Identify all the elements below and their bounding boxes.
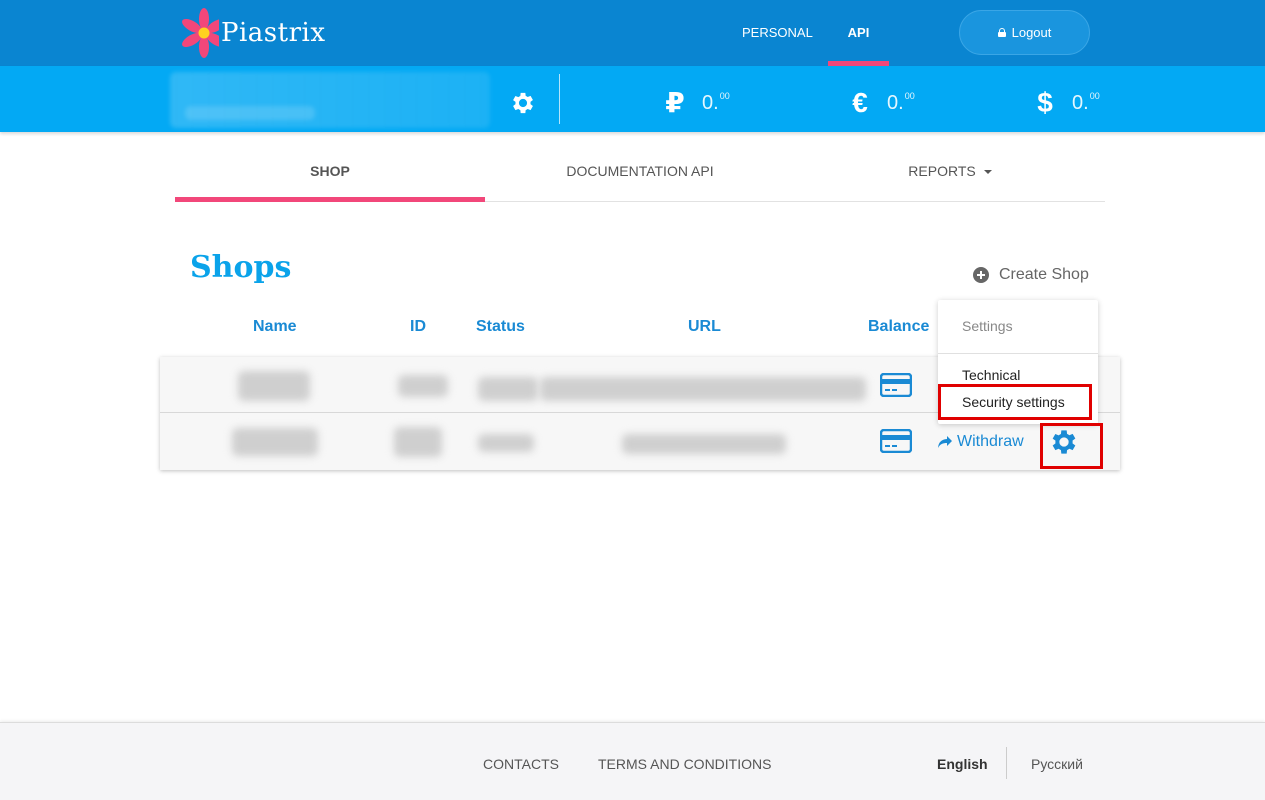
balance-eur-decimals: 00 — [904, 91, 915, 101]
ruble-icon: ₽ — [665, 87, 685, 118]
caret-down-icon — [983, 170, 992, 175]
logout-label: Logout — [1011, 25, 1052, 40]
section-tabs: SHOP DOCUMENTATION API REPORTS — [175, 140, 1105, 202]
withdraw-link[interactable]: Withdraw — [937, 433, 1024, 451]
euro-icon: € — [852, 87, 868, 118]
highlight-shop-settings-gear — [1040, 423, 1103, 469]
shop-url-redacted — [622, 434, 786, 454]
language-divider — [1006, 747, 1007, 779]
balance-eur: € 0. 00 — [845, 86, 915, 120]
lock-icon — [997, 28, 1006, 37]
balance-rub: ₽ 0. 00 — [660, 86, 730, 120]
footer-link-contacts[interactable]: CONTACTS — [483, 756, 559, 772]
shop-status-redacted — [478, 377, 538, 401]
dropdown-header: Settings — [962, 318, 1013, 334]
tab-documentation-api[interactable]: DOCUMENTATION API — [485, 140, 795, 201]
create-shop-button[interactable]: Create Shop — [973, 264, 1089, 286]
gear-icon[interactable] — [509, 89, 537, 117]
dollar-icon: $ — [1037, 87, 1053, 118]
footer: CONTACTS TERMS AND CONDITIONS English Ру… — [0, 722, 1265, 800]
account-info-redacted-line — [185, 106, 315, 120]
language-english[interactable]: English — [937, 756, 988, 772]
nav-api[interactable]: API — [828, 0, 889, 66]
nav-personal[interactable]: PERSONAL — [742, 0, 813, 66]
balance-usd-decimals: 00 — [1089, 91, 1100, 101]
shop-id-redacted — [394, 427, 442, 457]
balance-rub-value: 0. — [702, 92, 719, 114]
tab-reports-label: REPORTS — [908, 163, 976, 179]
shop-url-redacted — [540, 377, 866, 401]
top-navbar: Piastrix PERSONAL API Logout — [0, 0, 1265, 66]
shop-name-redacted — [232, 428, 318, 456]
menu-item-technical[interactable]: Technical — [962, 367, 1020, 383]
balance-divider — [559, 74, 560, 124]
tab-reports[interactable]: REPORTS — [795, 140, 1105, 201]
credit-card-icon[interactable] — [880, 429, 912, 453]
shop-name-redacted — [238, 371, 310, 401]
column-header-status: Status — [476, 318, 525, 335]
balance-eur-value: 0. — [887, 92, 904, 114]
dropdown-divider — [938, 353, 1098, 354]
language-russian[interactable]: Русский — [1031, 756, 1083, 772]
shop-id-redacted — [398, 375, 448, 397]
brand-logo[interactable]: Piastrix — [175, 4, 335, 62]
balance-usd: $ 0. 00 — [1030, 86, 1100, 120]
brand-name: Piastrix — [221, 18, 326, 48]
page-title: Shops — [190, 250, 292, 285]
highlight-security-settings — [938, 384, 1092, 420]
share-arrow-icon — [938, 436, 952, 448]
tab-shop[interactable]: SHOP — [175, 140, 485, 202]
plus-circle-icon — [973, 267, 989, 283]
credit-card-icon[interactable] — [880, 373, 912, 397]
shop-status-redacted — [478, 434, 534, 452]
withdraw-label: Withdraw — [957, 433, 1024, 450]
footer-link-terms[interactable]: TERMS AND CONDITIONS — [598, 756, 771, 772]
create-shop-label: Create Shop — [999, 266, 1089, 283]
column-header-id: ID — [410, 318, 426, 335]
balance-rub-decimals: 00 — [719, 91, 730, 101]
column-header-name: Name — [253, 318, 297, 335]
column-header-balance: Balance — [868, 318, 930, 335]
flower-logo-icon — [182, 8, 219, 58]
column-header-url: URL — [688, 318, 721, 335]
logout-button[interactable]: Logout — [959, 10, 1090, 55]
balance-usd-value: 0. — [1072, 92, 1089, 114]
